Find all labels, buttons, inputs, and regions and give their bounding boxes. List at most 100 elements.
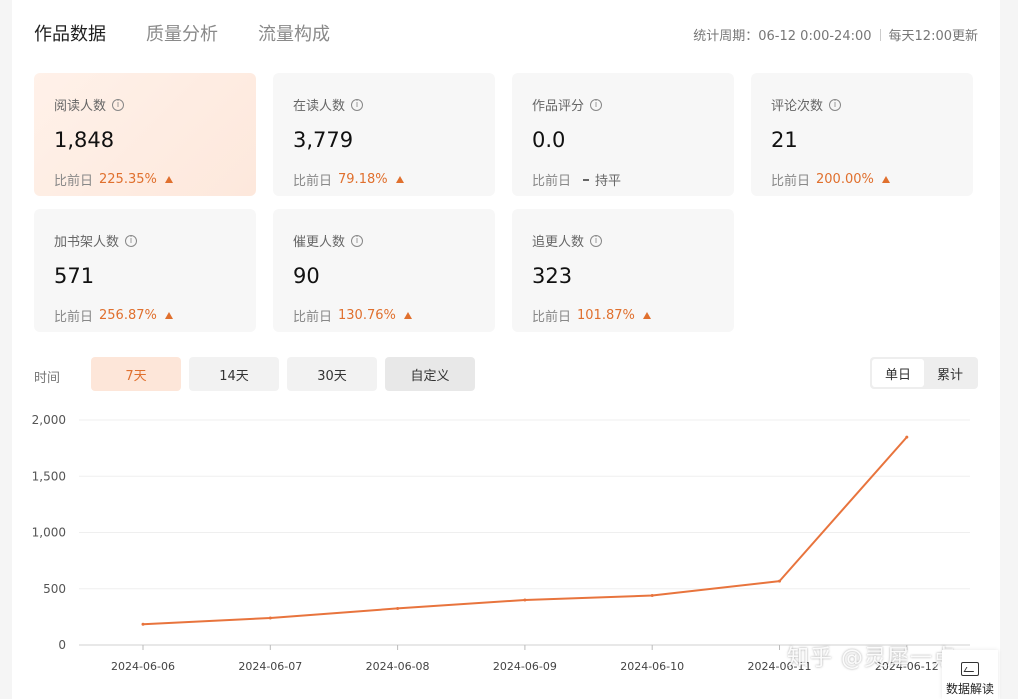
metric-card-comments[interactable]: 评论次数 i 21 比前日 200.00% <box>751 73 973 196</box>
metric-label: 催更人数 <box>293 235 346 250</box>
metric-card-rating[interactable]: 作品评分 i 0.0 比前日 持平 <box>512 73 734 196</box>
metric-label: 追更人数 <box>532 235 585 250</box>
metric-label: 评论次数 <box>771 99 824 114</box>
x-tick-label: 2024-06-09 <box>493 660 557 673</box>
chart-icon <box>961 662 979 676</box>
metric-label-row: 评论次数 i <box>771 95 842 114</box>
up-arrow-icon <box>395 176 404 183</box>
time-filter-label: 时间 <box>34 371 61 386</box>
metric-card-follow-update[interactable]: 追更人数 i 323 比前日 101.87% <box>512 209 734 332</box>
x-tick-label: 2024-06-07 <box>238 660 302 673</box>
data-point <box>650 594 654 597</box>
metric-value: 571 <box>54 264 95 288</box>
data-point <box>268 616 272 620</box>
tab-work-data[interactable]: 作品数据 <box>34 20 106 46</box>
update-time-text: 每天12:00更新 <box>888 29 978 44</box>
range-30d-button[interactable]: 30天 <box>287 357 377 391</box>
compare-label: 比前日 <box>532 174 572 189</box>
change-value: 79.18% <box>338 172 388 187</box>
up-arrow-icon <box>403 312 412 319</box>
info-icon[interactable]: i <box>351 234 364 247</box>
info-icon[interactable]: i <box>829 98 842 111</box>
flat-dash-icon <box>583 178 590 181</box>
metric-card-urge-update[interactable]: 催更人数 i 90 比前日 130.76% <box>273 209 495 332</box>
metric-card-bookshelf[interactable]: 加书架人数 i 571 比前日 256.87% <box>34 209 256 332</box>
metric-value: 1,848 <box>54 128 115 152</box>
metric-compare: 比前日 79.18% <box>293 170 404 189</box>
change-value: 225.35% <box>99 172 157 187</box>
x-tick-label: 2024-06-10 <box>620 660 684 673</box>
y-tick-label: 1,500 <box>32 469 66 483</box>
data-point <box>778 579 781 583</box>
change-value: 200.00% <box>816 172 874 187</box>
divider <box>879 28 881 41</box>
stat-period-text: 统计周期：06-12 0:00-24:00 <box>693 29 872 44</box>
y-tick-label: 0 <box>58 638 66 652</box>
y-tick-label: 500 <box>43 582 66 596</box>
dashboard-card: 作品数据 质量分析 流量构成 统计周期：06-12 0:00-24:00 每天1… <box>12 0 1000 699</box>
data-interpret-button[interactable]: 数据解读 <box>942 650 998 699</box>
toggle-cumulative[interactable]: 累计 <box>924 359 976 387</box>
metric-card-reading-now[interactable]: 在读人数 i 3,779 比前日 79.18% <box>273 73 495 196</box>
change-value: 130.76% <box>338 308 396 323</box>
toggle-daily[interactable]: 单日 <box>872 359 924 387</box>
data-point <box>396 606 400 610</box>
compare-label: 比前日 <box>771 174 811 189</box>
tab-traffic-composition[interactable]: 流量构成 <box>258 20 330 46</box>
up-arrow-icon <box>164 176 173 183</box>
metric-value: 3,779 <box>293 128 354 152</box>
up-arrow-icon <box>881 176 890 183</box>
metric-compare: 比前日 101.87% <box>532 306 651 325</box>
metric-label: 作品评分 <box>532 99 585 114</box>
metric-label-row: 在读人数 i <box>293 95 364 114</box>
metric-value: 90 <box>293 264 320 288</box>
metric-compare: 比前日 持平 <box>532 170 621 189</box>
metric-value: 323 <box>532 264 573 288</box>
change-value: 101.87% <box>577 308 635 323</box>
range-7d-button[interactable]: 7天 <box>91 357 181 391</box>
info-icon[interactable]: i <box>112 98 125 111</box>
metric-compare: 比前日 225.35% <box>54 170 173 189</box>
metric-compare: 比前日 256.87% <box>54 306 173 325</box>
metric-compare: 比前日 130.76% <box>293 306 412 325</box>
data-point <box>905 435 909 439</box>
data-point <box>523 598 527 602</box>
range-custom-button[interactable]: 自定义 <box>385 357 475 391</box>
view-toggle: 单日 累计 <box>870 357 978 389</box>
metric-label-row: 作品评分 i <box>532 95 603 114</box>
metric-value: 0.0 <box>532 128 566 152</box>
watermark: 知乎 @灵犀一点 <box>787 646 956 671</box>
info-icon[interactable]: i <box>125 234 138 247</box>
metric-label-row: 催更人数 i <box>293 231 364 250</box>
compare-label: 比前日 <box>532 310 572 325</box>
metric-label: 加书架人数 <box>54 235 120 250</box>
up-arrow-icon <box>164 312 173 319</box>
metric-label: 阅读人数 <box>54 99 107 114</box>
metric-label-row: 加书架人数 i <box>54 231 138 250</box>
metric-label-row: 阅读人数 i <box>54 95 125 114</box>
range-14d-button[interactable]: 14天 <box>189 357 279 391</box>
compare-label: 比前日 <box>293 174 333 189</box>
info-icon[interactable]: i <box>351 98 364 111</box>
compare-label: 比前日 <box>54 174 94 189</box>
info-icon[interactable]: i <box>590 98 603 111</box>
y-tick-label: 2,000 <box>32 413 66 427</box>
tab-quality-analysis[interactable]: 质量分析 <box>146 20 218 46</box>
metric-label: 在读人数 <box>293 99 346 114</box>
info-icon[interactable]: i <box>590 234 603 247</box>
series-line <box>142 436 908 626</box>
compare-label: 比前日 <box>54 310 94 325</box>
metric-compare: 比前日 200.00% <box>771 170 890 189</box>
compare-label: 比前日 <box>293 310 333 325</box>
metric-card-readers[interactable]: 阅读人数 i 1,848 比前日 225.35% <box>34 73 256 196</box>
stat-period: 统计周期：06-12 0:00-24:00 每天12:00更新 <box>693 25 978 44</box>
change-value: 256.87% <box>99 308 157 323</box>
data-interpret-label: 数据解读 <box>945 682 994 696</box>
x-tick-label: 2024-06-06 <box>111 660 175 673</box>
up-arrow-icon <box>642 312 651 319</box>
x-tick-label: 2024-06-08 <box>366 660 430 673</box>
y-tick-label: 1,000 <box>32 526 66 540</box>
data-point <box>141 622 145 626</box>
tab-bar: 作品数据 质量分析 流量构成 <box>34 20 330 46</box>
change-value: 持平 <box>595 174 622 189</box>
